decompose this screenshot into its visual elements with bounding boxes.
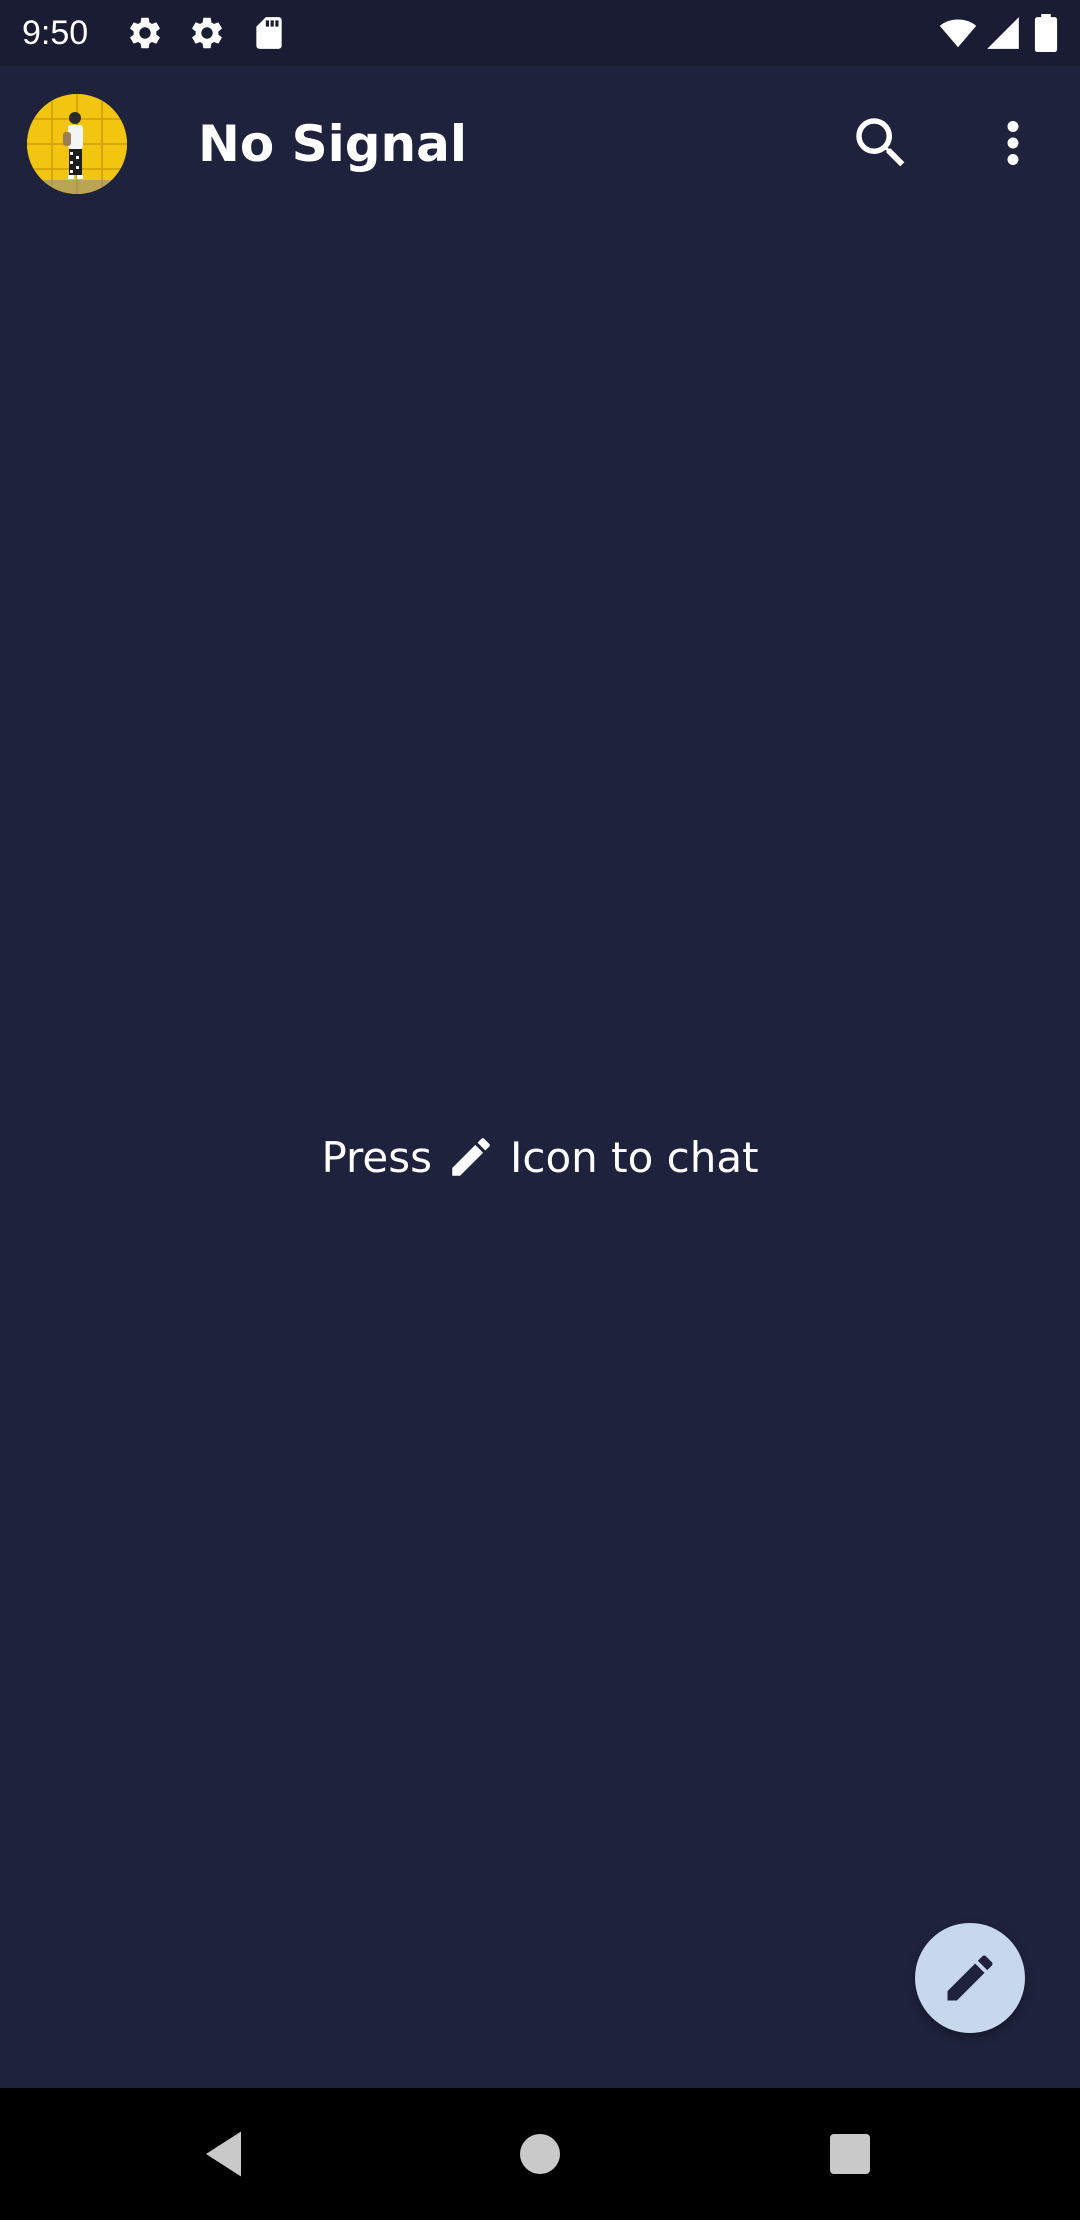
navigation-bar — [0, 2088, 1080, 2220]
wifi-icon — [936, 14, 980, 52]
empty-state-suffix: Icon to chat — [509, 1132, 759, 1182]
compose-fab[interactable] — [915, 1923, 1025, 2033]
empty-state-prefix: Press — [321, 1132, 432, 1182]
avatar[interactable] — [27, 94, 127, 194]
app-bar: No Signal — [0, 66, 1080, 222]
home-icon[interactable] — [510, 2124, 570, 2184]
pencil-icon — [947, 1955, 993, 2001]
recents-icon[interactable] — [820, 2124, 880, 2184]
status-bar: 9:50 — [0, 0, 1080, 66]
pencil-icon — [446, 1132, 496, 1182]
cellular-signal-icon — [984, 14, 1022, 52]
battery-icon — [1030, 14, 1062, 52]
status-time: 9:50 — [22, 14, 89, 52]
search-icon[interactable] — [848, 110, 914, 176]
back-icon[interactable] — [196, 2124, 256, 2184]
sd-card-icon — [250, 14, 288, 52]
empty-state-hint: Press Icon to chat — [0, 1122, 1080, 1192]
gear-icon — [126, 14, 164, 52]
more-vert-icon[interactable] — [980, 110, 1046, 176]
gear-icon — [188, 14, 226, 52]
app-title: No Signal — [198, 115, 468, 173]
